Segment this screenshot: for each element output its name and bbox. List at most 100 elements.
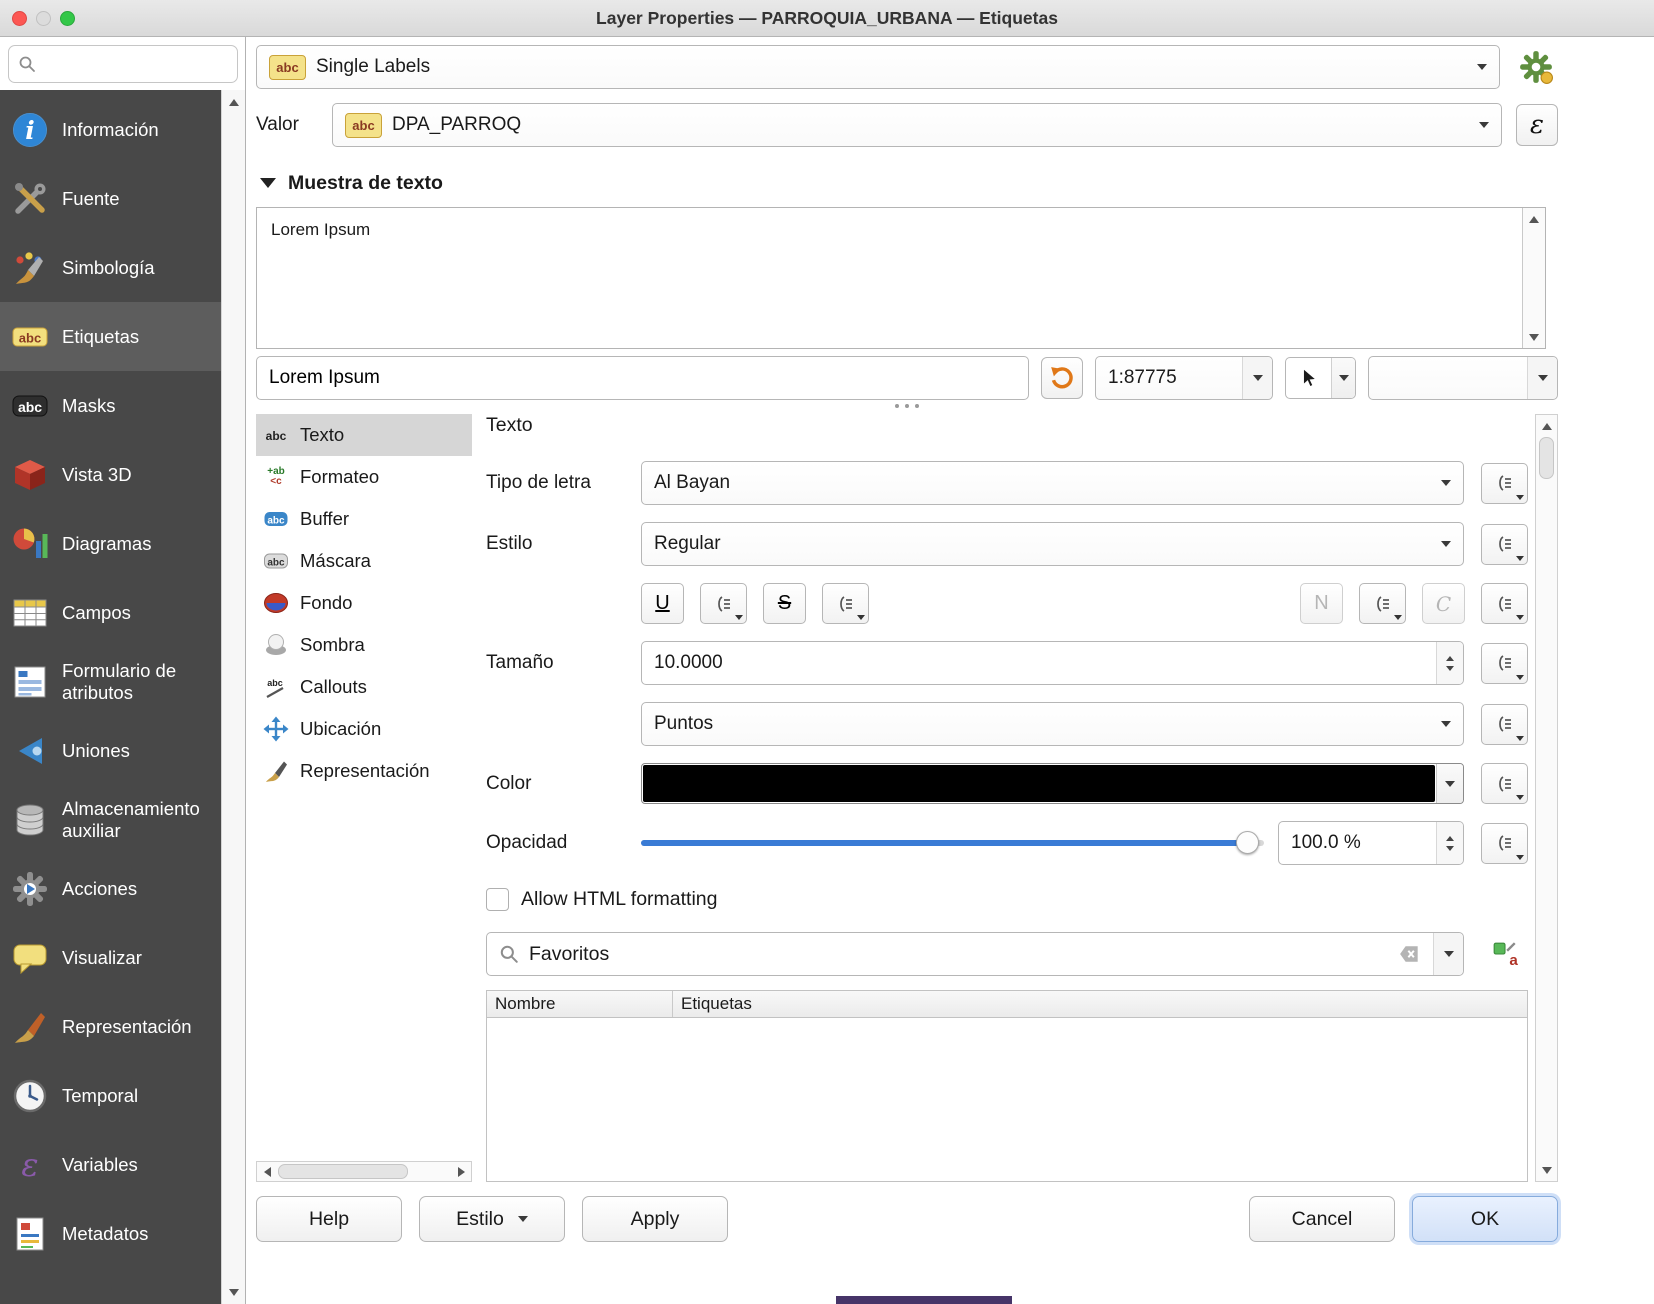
scroll-down-button[interactable] — [1537, 1161, 1557, 1179]
apply-button[interactable]: Apply — [582, 1196, 728, 1242]
horizontal-scroll-thumb[interactable] — [278, 1164, 408, 1179]
uppercase-button[interactable]: N — [1300, 583, 1343, 624]
automated-placement-settings-button[interactable] — [1514, 45, 1558, 89]
cancel-button[interactable]: Cancel — [1249, 1196, 1395, 1242]
panel-vertical-scrollbar[interactable] — [1535, 414, 1558, 1182]
sidebar-item-metadatos[interactable]: Metadatos — [0, 1199, 221, 1268]
chevron-down-icon — [518, 1216, 528, 1222]
text-sample-section-header[interactable]: Muestra de texto — [256, 171, 1558, 195]
font-style-select[interactable]: Regular — [641, 522, 1464, 566]
scroll-left-button[interactable] — [257, 1163, 277, 1181]
font-family-select[interactable]: Al Bayan — [641, 461, 1464, 505]
data-defined-override-button[interactable] — [1481, 763, 1528, 804]
expression-builder-button[interactable]: ε — [1516, 104, 1558, 146]
tab-buffer[interactable]: abc Buffer — [256, 498, 472, 540]
data-defined-override-button[interactable] — [1481, 643, 1528, 684]
reset-sample-button[interactable] — [1041, 357, 1083, 399]
map-scale-dropdown[interactable] — [1331, 358, 1355, 398]
column-header-etiquetas[interactable]: Etiquetas — [673, 991, 1527, 1017]
map-scale-button[interactable] — [1285, 357, 1356, 399]
label-mode-select[interactable]: abc Single Labels — [256, 45, 1500, 89]
preview-bg-dropdown-section[interactable] — [1527, 357, 1557, 399]
favorites-dropdown-section[interactable] — [1433, 933, 1463, 975]
valor-select[interactable]: abc DPA_PARROQ — [332, 103, 1502, 147]
style-manager-button[interactable]: a — [1481, 941, 1528, 967]
scroll-right-button[interactable] — [451, 1163, 471, 1181]
tab-texto[interactable]: abc Texto — [256, 414, 472, 456]
sidebar-item-temporal[interactable]: Temporal — [0, 1061, 221, 1130]
tab-ubicacion[interactable]: Ubicación — [256, 708, 472, 750]
clear-filter-button[interactable] — [1399, 943, 1421, 965]
horizontal-scroll-track[interactable] — [277, 1162, 451, 1181]
sidebar-item-fuente[interactable]: Fuente — [0, 164, 221, 233]
ok-button[interactable]: OK — [1412, 1196, 1558, 1242]
tab-callouts[interactable]: abc Callouts — [256, 666, 472, 708]
splitter-handle[interactable] — [256, 400, 1558, 412]
data-defined-override-button[interactable] — [1481, 463, 1528, 504]
scale-dropdown-section[interactable] — [1242, 357, 1272, 399]
data-defined-override-button[interactable] — [1481, 823, 1528, 864]
data-defined-override-button[interactable] — [822, 583, 869, 624]
sidebar-item-simbologia[interactable]: Simbología — [0, 233, 221, 302]
sidebar-item-acciones[interactable]: Acciones — [0, 854, 221, 923]
scroll-down-button[interactable] — [224, 1283, 244, 1301]
data-defined-override-button[interactable] — [1481, 583, 1528, 624]
minimize-window-button[interactable] — [36, 11, 51, 26]
spinbox-arrows[interactable] — [1436, 642, 1463, 684]
sidebar-search-field[interactable] — [8, 45, 238, 83]
sidebar-scrollbar[interactable] — [221, 90, 245, 1304]
vertical-scroll-thumb[interactable] — [1539, 437, 1554, 479]
sidebar-search-input[interactable] — [43, 54, 228, 75]
tab-sombra[interactable]: Sombra — [256, 624, 472, 666]
preview-background-select[interactable] — [1368, 356, 1558, 400]
opacity-slider[interactable] — [641, 831, 1264, 855]
data-defined-override-button[interactable] — [1359, 583, 1406, 624]
sidebar-item-uniones[interactable]: Uniones — [0, 716, 221, 785]
estilo-menu-button[interactable]: Estilo — [419, 1196, 565, 1242]
tab-mascara[interactable]: abc Máscara — [256, 540, 472, 582]
sidebar-item-visualizar[interactable]: Visualizar — [0, 923, 221, 992]
sample-text-input[interactable] — [256, 356, 1029, 400]
tab-representacion[interactable]: Representación — [256, 750, 472, 792]
slider-track[interactable] — [641, 840, 1264, 846]
favorites-filter[interactable]: Favoritos — [486, 932, 1464, 976]
zoom-window-button[interactable] — [60, 11, 75, 26]
font-color-button[interactable] — [641, 763, 1464, 804]
sidebar-item-campos[interactable]: Campos — [0, 578, 221, 647]
tab-formateo[interactable]: +ab <c Formateo — [256, 456, 472, 498]
spinbox-arrows[interactable] — [1436, 822, 1463, 864]
scroll-up-button[interactable] — [224, 93, 244, 111]
sample-scale-select[interactable]: 1:87775 — [1095, 356, 1273, 400]
sidebar-item-variables[interactable]: ε Variables — [0, 1130, 221, 1199]
allow-html-checkbox[interactable] — [486, 888, 509, 911]
opacity-spinbox[interactable]: 100.0 % — [1278, 821, 1464, 865]
sidebar-item-informacion[interactable]: i Información — [0, 95, 221, 164]
data-defined-override-button[interactable] — [1481, 524, 1528, 565]
data-defined-override-button[interactable] — [1481, 704, 1528, 745]
scroll-up-button[interactable] — [1537, 417, 1557, 435]
sidebar-item-etiquetas[interactable]: abc Etiquetas — [0, 302, 221, 371]
tab-fondo[interactable]: Fondo — [256, 582, 472, 624]
column-header-nombre[interactable]: Nombre — [487, 991, 673, 1017]
color-dropdown[interactable] — [1436, 764, 1463, 803]
close-window-button[interactable] — [12, 11, 27, 26]
sample-preview-scrollbar[interactable] — [1522, 208, 1545, 348]
underline-button[interactable]: U — [641, 583, 684, 624]
strikethrough-button[interactable]: S — [763, 583, 806, 624]
scroll-up-button[interactable] — [1524, 210, 1544, 228]
scroll-down-button[interactable] — [1524, 328, 1544, 346]
sidebar-item-masks[interactable]: abc Masks — [0, 371, 221, 440]
sidebar-item-formulario-de-atributos[interactable]: Formulario de atributos — [0, 647, 221, 716]
letter-spacing-button[interactable]: C — [1422, 583, 1465, 624]
font-size-spinbox[interactable]: 10.0000 — [641, 641, 1464, 685]
map-scale-main[interactable] — [1286, 358, 1331, 398]
sidebar-item-almacenamiento-auxiliar[interactable]: Almacenamiento auxiliar — [0, 785, 221, 854]
data-defined-override-button[interactable] — [700, 583, 747, 624]
help-button[interactable]: Help — [256, 1196, 402, 1242]
sidebar-item-representacion[interactable]: Representación — [0, 992, 221, 1061]
tabs-horizontal-scrollbar[interactable] — [256, 1161, 472, 1182]
size-units-select[interactable]: Puntos — [641, 702, 1464, 746]
sidebar-item-vista-3d[interactable]: Vista 3D — [0, 440, 221, 509]
slider-handle[interactable] — [1236, 831, 1259, 854]
sidebar-item-diagramas[interactable]: Diagramas — [0, 509, 221, 578]
